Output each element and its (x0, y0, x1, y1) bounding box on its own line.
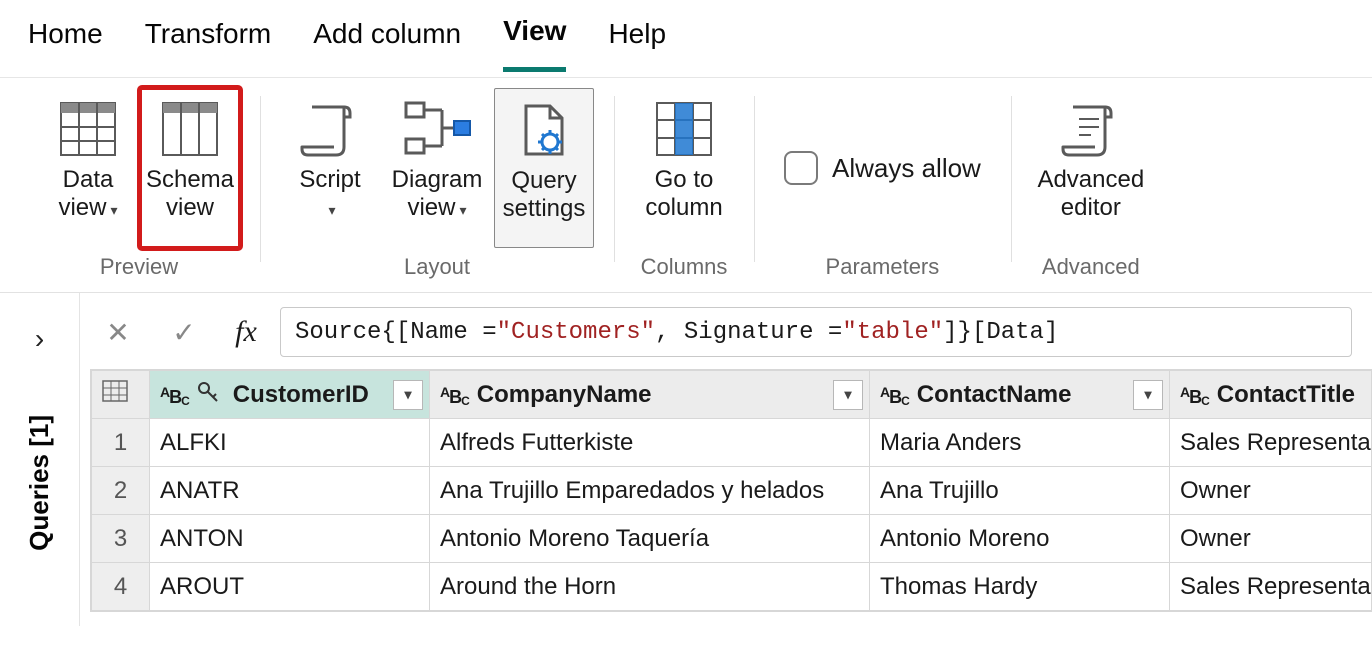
column-label: CustomerID (233, 381, 369, 409)
advanced-editor-icon (1056, 94, 1126, 164)
key-icon (197, 381, 219, 410)
advanced-editor-button[interactable]: Advanced editor (1031, 88, 1151, 248)
tab-view[interactable]: View (503, 15, 566, 72)
always-allow-checkbox[interactable] (784, 151, 818, 185)
column-filter-button[interactable]: ▾ (1133, 380, 1163, 410)
ribbon-group-preview: Data view▾ Schema view Preview (18, 88, 260, 288)
column-header-companyname[interactable]: ABC CompanyName ▾ (430, 371, 870, 419)
ribbon-group-title-parameters: Parameters (826, 248, 940, 288)
go-to-column-button[interactable]: Go to column (634, 88, 734, 248)
ribbon-group-columns: Go to column Columns (614, 88, 754, 288)
script-button[interactable]: Script ▾ (280, 88, 380, 248)
queries-rail: › Queries [1] (0, 293, 80, 626)
tab-add-column[interactable]: Add column (313, 18, 461, 70)
queries-rail-label[interactable]: Queries [1] (24, 415, 55, 551)
cell-customerid[interactable]: ANTON (150, 515, 430, 563)
ribbon-group-title-preview: Preview (100, 248, 178, 288)
text-type-icon: ABC (160, 385, 189, 406)
cell-contactname[interactable]: Antonio Moreno (870, 515, 1170, 563)
data-view-button[interactable]: Data view▾ (38, 88, 138, 248)
ribbon-group-title-layout: Layout (404, 248, 470, 288)
schema-view-label: Schema view (146, 166, 234, 221)
chevron-down-icon: ▾ (459, 202, 466, 218)
script-label: Script (299, 166, 360, 193)
commit-formula-button[interactable]: ✓ (156, 310, 212, 354)
query-settings-label: Query settings (503, 167, 586, 222)
go-to-column-icon (649, 94, 719, 164)
ribbon-group-advanced: Advanced editor Advanced (1011, 88, 1171, 288)
data-view-label: Data view (58, 166, 113, 221)
cell-contacttitle[interactable]: Owner (1170, 515, 1372, 563)
cell-companyname[interactable]: Alfreds Futterkiste (430, 419, 870, 467)
table-icon (102, 380, 128, 402)
formula-bar: ✕ ✓ fx Source{[Name = "Customers", Signa… (90, 305, 1372, 369)
row-number[interactable]: 1 (92, 419, 150, 467)
data-view-icon (53, 94, 123, 164)
cell-contacttitle[interactable]: Sales Representative (1170, 419, 1372, 467)
column-header-contacttitle[interactable]: ABC ContactTitle (1170, 371, 1372, 419)
expand-queries-icon[interactable]: › (35, 323, 44, 355)
ribbon-group-title-columns: Columns (641, 248, 728, 288)
tab-home[interactable]: Home (28, 18, 103, 70)
query-settings-icon (509, 95, 579, 165)
diagram-view-label: Diagram view (392, 166, 483, 221)
column-filter-button[interactable]: ▾ (393, 380, 423, 410)
row-number[interactable]: 4 (92, 563, 150, 611)
cell-companyname[interactable]: Around the Horn (430, 563, 870, 611)
ribbon-group-layout: Script▾ Diagram view▾ Query settings Lay… (260, 88, 614, 288)
cell-contactname[interactable]: Maria Anders (870, 419, 1170, 467)
cell-contacttitle[interactable]: Owner (1170, 467, 1372, 515)
cell-customerid[interactable]: AROUT (150, 563, 430, 611)
cell-contacttitle[interactable]: Sales Representative (1170, 563, 1372, 611)
always-allow-label: Always allow (832, 153, 981, 184)
diagram-view-button[interactable]: Diagram view▾ (382, 88, 492, 248)
formula-input[interactable]: Source{[Name = "Customers", Signature = … (280, 307, 1352, 357)
data-grid: ABC CustomerID ▾ ABC CompanyN (90, 369, 1372, 612)
query-settings-button[interactable]: Query settings (494, 88, 594, 248)
text-type-icon: ABC (1180, 385, 1209, 406)
row-number[interactable]: 3 (92, 515, 150, 563)
table-row[interactable]: 1ALFKIAlfreds FutterkisteMaria AndersSal… (92, 419, 1372, 467)
main-area: › Queries [1] ✕ ✓ fx Source{[Name = "Cus… (0, 293, 1372, 626)
ribbon: Data view▾ Schema view Preview Script▾ (0, 78, 1372, 293)
column-header-customerid[interactable]: ABC CustomerID ▾ (150, 371, 430, 419)
cell-contactname[interactable]: Ana Trujillo (870, 467, 1170, 515)
tab-transform[interactable]: Transform (145, 18, 272, 70)
tab-help[interactable]: Help (608, 18, 666, 70)
table-row[interactable]: 2ANATRAna Trujillo Emparedados y helados… (92, 467, 1372, 515)
advanced-editor-label: Advanced editor (1037, 166, 1144, 221)
cancel-formula-button[interactable]: ✕ (90, 310, 146, 354)
column-header-contactname[interactable]: ABC ContactName ▾ (870, 371, 1170, 419)
cell-companyname[interactable]: Ana Trujillo Emparedados y helados (430, 467, 870, 515)
column-label: CompanyName (477, 381, 652, 409)
row-number[interactable]: 2 (92, 467, 150, 515)
fx-label: fx (222, 315, 270, 349)
schema-view-icon (155, 94, 225, 164)
cell-companyname[interactable]: Antonio Moreno Taquería (430, 515, 870, 563)
table-row[interactable]: 4AROUTAround the HornThomas HardySales R… (92, 563, 1372, 611)
chevron-down-icon: ▾ (110, 202, 117, 218)
ribbon-group-title-advanced: Advanced (1042, 248, 1140, 288)
go-to-column-label: Go to column (645, 166, 722, 221)
cell-customerid[interactable]: ALFKI (150, 419, 430, 467)
table-corner[interactable] (92, 371, 150, 419)
chevron-down-icon: ▾ (328, 202, 335, 218)
text-type-icon: ABC (440, 385, 469, 406)
schema-view-button[interactable]: Schema view (140, 88, 240, 248)
cell-contactname[interactable]: Thomas Hardy (870, 563, 1170, 611)
ribbon-group-parameters: Always allow Parameters (754, 88, 1011, 288)
column-label: ContactTitle (1217, 381, 1355, 409)
script-icon (295, 94, 365, 164)
ribbon-tabs: Home Transform Add column View Help (0, 0, 1372, 78)
column-filter-button[interactable]: ▾ (833, 380, 863, 410)
text-type-icon: ABC (880, 385, 909, 406)
check-icon: ✓ (172, 316, 195, 349)
column-label: ContactName (917, 381, 1072, 409)
table-row[interactable]: 3ANTONAntonio Moreno TaqueríaAntonio Mor… (92, 515, 1372, 563)
always-allow-item: Always allow (774, 88, 991, 248)
diagram-view-icon (402, 94, 472, 164)
cell-customerid[interactable]: ANATR (150, 467, 430, 515)
x-icon: ✕ (106, 316, 129, 349)
